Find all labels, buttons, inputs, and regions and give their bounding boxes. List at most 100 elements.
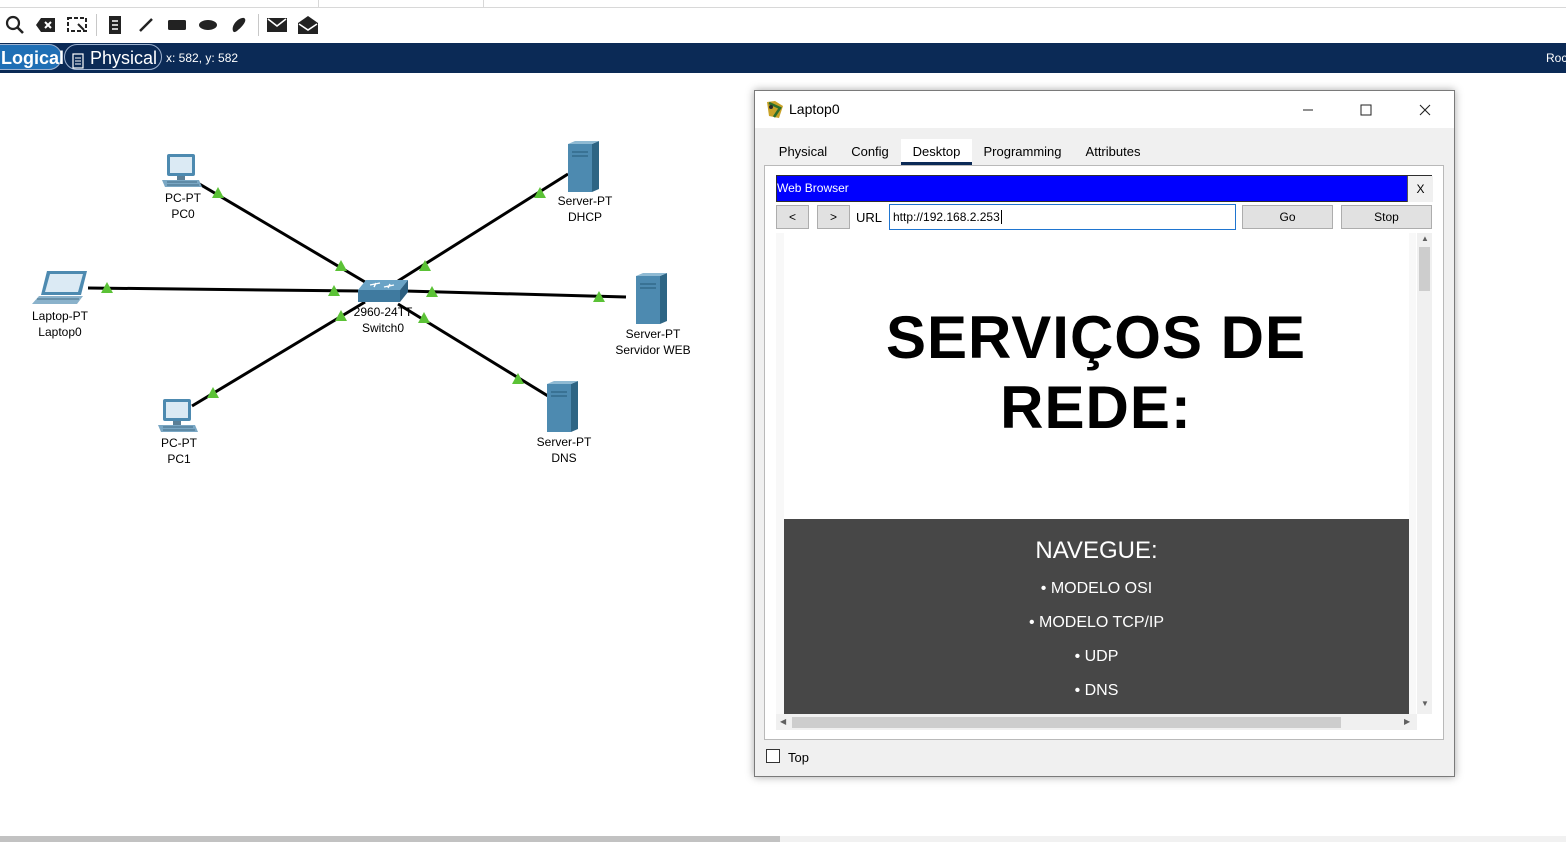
nav-link-dns[interactable]: • DNS: [784, 682, 1409, 700]
physical-workspace-icon: [72, 50, 84, 76]
browser-vertical-scrollbar[interactable]: ▲ ▼: [1417, 233, 1432, 714]
dhcp-name: DHCP: [567, 210, 603, 224]
server-icon: [636, 273, 667, 324]
web-browser-close-button[interactable]: X: [1407, 176, 1433, 202]
freeform-icon[interactable]: [227, 13, 251, 37]
pc-icon: [158, 399, 198, 432]
dns-model: Server-PT: [536, 435, 592, 449]
main-toolbar: [0, 0, 1566, 42]
desktop-tab-panel: Web Browser X < > URL http://192.168.2.2…: [764, 165, 1444, 740]
stop-button[interactable]: Stop: [1341, 205, 1432, 229]
server-icon: [547, 381, 578, 432]
pc1-model: PC-PT: [161, 436, 197, 450]
toolbar-separator: [96, 14, 97, 36]
complex-pdu-icon[interactable]: [296, 13, 320, 37]
web-server-name: Servidor WEB: [615, 343, 691, 357]
webpage-body: SERVIÇOS DE REDE: NAVEGUE: • MODELO OSI …: [776, 233, 1416, 714]
scrollbar-thumb[interactable]: [792, 717, 1341, 728]
heading-line-1: SERVIÇOS DE: [885, 304, 1306, 371]
top-checkbox-label: Top: [788, 750, 809, 765]
browser-viewport[interactable]: SERVIÇOS DE REDE: NAVEGUE: • MODELO OSI …: [776, 233, 1432, 730]
nav-title: NAVEGUE:: [1035, 537, 1158, 564]
switch-icon: [358, 280, 408, 302]
web-browser-titlebar: Web Browser X: [776, 175, 1433, 202]
close-button[interactable]: [1396, 91, 1454, 128]
ellipse-icon[interactable]: [196, 13, 220, 37]
webpage-heading: SERVIÇOS DE REDE:: [776, 303, 1416, 443]
link-web-switch: [404, 289, 627, 299]
rectangle-icon[interactable]: [165, 13, 189, 37]
go-button[interactable]: Go: [1242, 205, 1333, 229]
text-cursor: [1000, 210, 1002, 224]
dns-name: DNS: [551, 451, 577, 465]
nav-link-modelo-tcpip[interactable]: • MODELO TCP/IP: [784, 614, 1409, 632]
pc-icon: [162, 154, 202, 187]
scroll-down-icon[interactable]: ▼: [1421, 699, 1429, 708]
switch0-name: Switch0: [361, 321, 405, 335]
link-laptop-switch: [87, 286, 361, 293]
navigation-box: NAVEGUE: • MODELO OSI • MODELO TCP/IP • …: [784, 519, 1409, 714]
dialog-titlebar[interactable]: Laptop0: [755, 91, 1454, 128]
simple-pdu-icon[interactable]: [265, 13, 289, 37]
server-icon: [568, 141, 599, 192]
workspace-mode-bar: Logical Physical x: 582, y: 582 Roc: [0, 43, 1566, 73]
url-value: http://192.168.2.253: [893, 210, 1000, 224]
switch0-model: 2960-24TT: [353, 305, 413, 319]
toolbar-top-strip: [0, 0, 1566, 8]
logical-tab[interactable]: Logical: [0, 44, 64, 70]
scrollbar-thumb[interactable]: [0, 836, 780, 842]
laptop0-model: Laptop-PT: [31, 309, 89, 323]
workspace-horizontal-scrollbar[interactable]: [0, 836, 1566, 842]
tab-config[interactable]: Config: [841, 139, 899, 165]
tab-desktop[interactable]: Desktop: [901, 139, 972, 165]
browser-horizontal-scrollbar[interactable]: ◀ ▶: [776, 714, 1417, 730]
scroll-left-icon[interactable]: ◀: [780, 717, 786, 726]
close-icon: [1419, 104, 1431, 115]
dialog-title: Laptop0: [789, 101, 840, 117]
nav-link-modelo-osi[interactable]: • MODELO OSI: [784, 580, 1409, 598]
root-label: Roc: [1546, 51, 1566, 65]
physical-tab[interactable]: Physical: [64, 44, 162, 70]
laptop-icon: [32, 271, 87, 304]
back-button[interactable]: <: [776, 205, 809, 229]
url-label: URL: [856, 210, 883, 225]
resize-icon[interactable]: [65, 13, 89, 37]
web-server-model: Server-PT: [625, 327, 681, 341]
pc1-name: PC1: [167, 452, 191, 466]
link-dns-switch: [397, 302, 549, 398]
scroll-up-icon[interactable]: ▲: [1421, 234, 1429, 243]
minimize-icon: [1303, 109, 1313, 110]
laptop0-name: Laptop0: [38, 325, 82, 339]
pc0-device[interactable]: [161, 152, 203, 193]
scroll-right-icon[interactable]: ▶: [1404, 717, 1410, 726]
url-input[interactable]: http://192.168.2.253: [889, 204, 1236, 230]
pc0-model: PC-PT: [165, 191, 201, 205]
pc0-name: PC0: [171, 207, 195, 221]
delete-icon[interactable]: [34, 13, 58, 37]
packet-tracer-app-icon: [765, 100, 785, 123]
nav-link-udp[interactable]: • UDP: [784, 648, 1409, 666]
heading-line-2: REDE:: [1000, 374, 1192, 441]
dns-server-device[interactable]: [545, 380, 581, 437]
top-checkbox[interactable]: [766, 749, 780, 763]
maximize-button[interactable]: [1337, 91, 1395, 128]
dhcp-model: Server-PT: [557, 194, 613, 208]
minimize-button[interactable]: [1279, 91, 1337, 128]
maximize-icon: [1360, 104, 1372, 115]
tab-programming[interactable]: Programming: [974, 139, 1071, 165]
laptop0-dialog: Laptop0 Physical Config Desktop Programm…: [754, 90, 1455, 777]
laptop0-device[interactable]: [31, 269, 89, 310]
toolbar-separator: [258, 14, 259, 36]
tab-physical[interactable]: Physical: [767, 139, 839, 165]
forward-button[interactable]: >: [817, 205, 850, 229]
tab-attributes[interactable]: Attributes: [1073, 139, 1153, 165]
scrollbar-thumb[interactable]: [1419, 247, 1430, 291]
search-icon[interactable]: [3, 13, 27, 37]
note-icon[interactable]: [103, 13, 127, 37]
pc1-device[interactable]: [157, 397, 199, 438]
physical-tab-label: Physical: [90, 48, 158, 68]
line-icon[interactable]: [134, 13, 158, 37]
cursor-coordinates: x: 582, y: 582: [166, 51, 239, 65]
web-server-device[interactable]: [634, 272, 670, 329]
dhcp-server-device[interactable]: [566, 140, 602, 197]
